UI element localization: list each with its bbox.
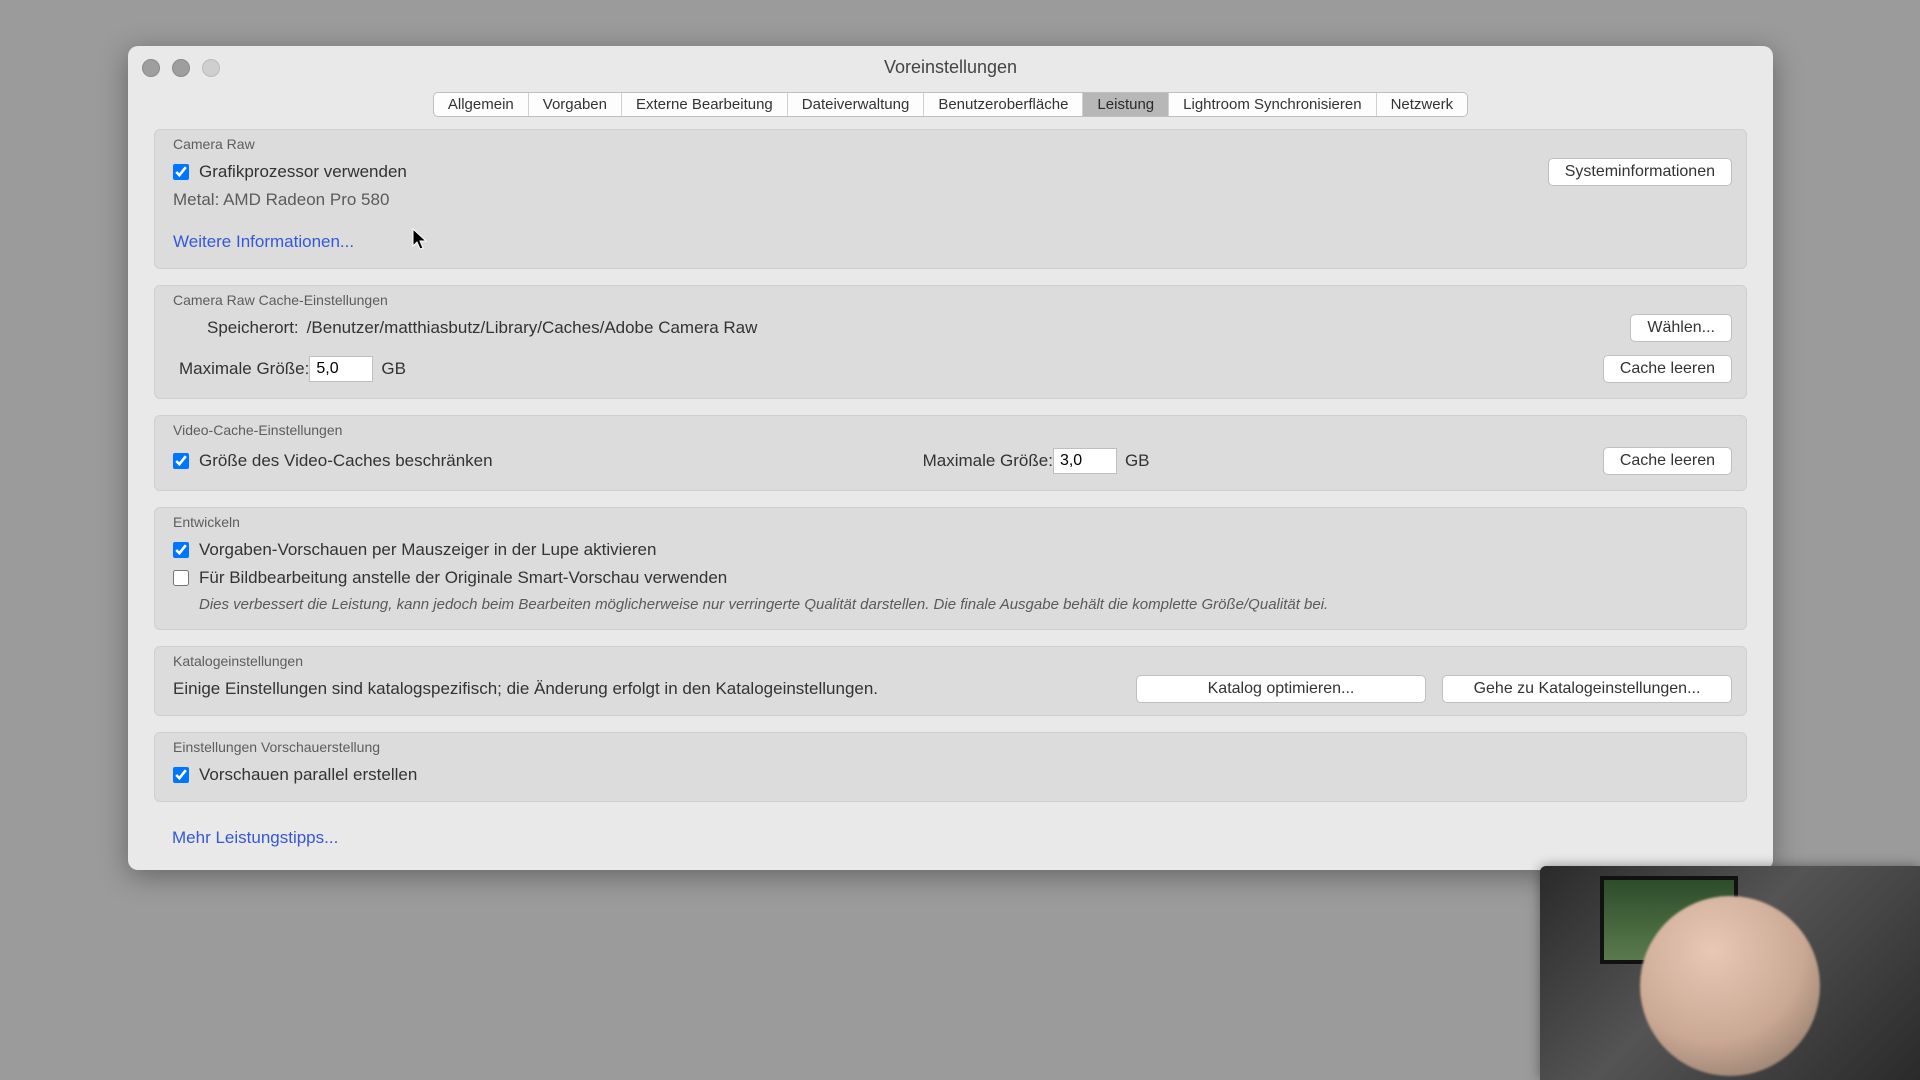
prefs-tabbar: AllgemeinVorgabenExterne BearbeitungDate…	[128, 92, 1773, 117]
smart-preview-checkbox[interactable]	[173, 570, 189, 586]
section-title: Katalogeinstellungen	[155, 647, 1746, 669]
cache-location-label: Speicherort:	[207, 318, 299, 338]
webcam-overlay	[1540, 866, 1920, 1080]
window-control-group	[142, 59, 220, 77]
section-title: Camera Raw	[155, 130, 1746, 152]
purge-video-cache-button[interactable]: Cache leeren	[1603, 447, 1732, 475]
tab-lightroom-synchronisieren[interactable]: Lightroom Synchronisieren	[1169, 93, 1376, 116]
tab-dateiverwaltung[interactable]: Dateiverwaltung	[788, 93, 925, 116]
window-close-button[interactable]	[142, 59, 160, 77]
max-size-input[interactable]	[309, 356, 373, 382]
preset-hover-label: Vorgaben-Vorschauen per Mauszeiger in de…	[199, 540, 656, 560]
cache-location-value: /Benutzer/matthiasbutz/Library/Caches/Ad…	[307, 318, 758, 338]
gpu-metal-line: Metal: AMD Radeon Pro 580	[173, 190, 389, 210]
preferences-window: Voreinstellungen AllgemeinVorgabenExtern…	[128, 46, 1773, 870]
tab-benutzeroberfläche[interactable]: Benutzeroberfläche	[924, 93, 1083, 116]
titlebar: Voreinstellungen	[128, 46, 1773, 88]
gb-unit: GB	[381, 359, 406, 379]
optimize-catalog-button[interactable]: Katalog optimieren...	[1136, 675, 1426, 703]
limit-video-cache-checkbox[interactable]	[173, 453, 189, 469]
video-max-size-label: Maximale Größe:	[923, 451, 1053, 471]
more-performance-tips-link[interactable]: Mehr Leistungstipps...	[154, 818, 1747, 848]
smart-preview-hint: Dies verbessert die Leistung, kann jedoc…	[199, 596, 1328, 613]
section-cr-cache: Camera Raw Cache-Einstellungen Speichero…	[154, 285, 1747, 399]
tab-leistung[interactable]: Leistung	[1083, 93, 1169, 116]
tab-vorgaben[interactable]: Vorgaben	[529, 93, 622, 116]
window-title: Voreinstellungen	[128, 57, 1773, 78]
window-zoom-button[interactable]	[202, 59, 220, 77]
max-size-label: Maximale Größe:	[179, 359, 309, 379]
tab-netzwerk[interactable]: Netzwerk	[1377, 93, 1468, 116]
section-title: Camera Raw Cache-Einstellungen	[155, 286, 1746, 308]
use-gpu-label: Grafikprozessor verwenden	[199, 162, 407, 182]
section-develop: Entwickeln Vorgaben-Vorschauen per Mausz…	[154, 507, 1747, 630]
section-camera-raw: Camera Raw Grafikprozessor verwenden Sys…	[154, 129, 1747, 269]
catalog-text: Einige Einstellungen sind katalogspezifi…	[173, 679, 878, 699]
window-minimize-button[interactable]	[172, 59, 190, 77]
section-preview-gen: Einstellungen Vorschauerstellung Vorscha…	[154, 732, 1747, 802]
gb-unit: GB	[1125, 451, 1150, 471]
system-info-button[interactable]: Systeminformationen	[1548, 158, 1732, 186]
prefs-tab-segmented: AllgemeinVorgabenExterne BearbeitungDate…	[433, 92, 1468, 117]
limit-video-cache-label: Größe des Video-Caches beschränken	[199, 451, 493, 471]
purge-cache-button[interactable]: Cache leeren	[1603, 355, 1732, 383]
prefs-content: Camera Raw Grafikprozessor verwenden Sys…	[128, 125, 1773, 870]
section-catalog: Katalogeinstellungen Einige Einstellunge…	[154, 646, 1747, 716]
more-info-link[interactable]: Weitere Informationen...	[173, 232, 354, 252]
section-title: Video-Cache-Einstellungen	[155, 416, 1746, 438]
tab-allgemein[interactable]: Allgemein	[434, 93, 529, 116]
section-title: Einstellungen Vorschauerstellung	[155, 733, 1746, 755]
tab-externe-bearbeitung[interactable]: Externe Bearbeitung	[622, 93, 788, 116]
use-gpu-checkbox[interactable]	[173, 164, 189, 180]
video-max-size-input[interactable]	[1053, 448, 1117, 474]
parallel-previews-label: Vorschauen parallel erstellen	[199, 765, 417, 785]
preset-hover-checkbox[interactable]	[173, 542, 189, 558]
goto-catalog-settings-button[interactable]: Gehe zu Katalogeinstellungen...	[1442, 675, 1732, 703]
smart-preview-label: Für Bildbearbeitung anstelle der Origina…	[199, 568, 727, 588]
section-video-cache: Video-Cache-Einstellungen Größe des Vide…	[154, 415, 1747, 491]
section-title: Entwickeln	[155, 508, 1746, 530]
choose-location-button[interactable]: Wählen...	[1630, 314, 1732, 342]
parallel-previews-checkbox[interactable]	[173, 767, 189, 783]
